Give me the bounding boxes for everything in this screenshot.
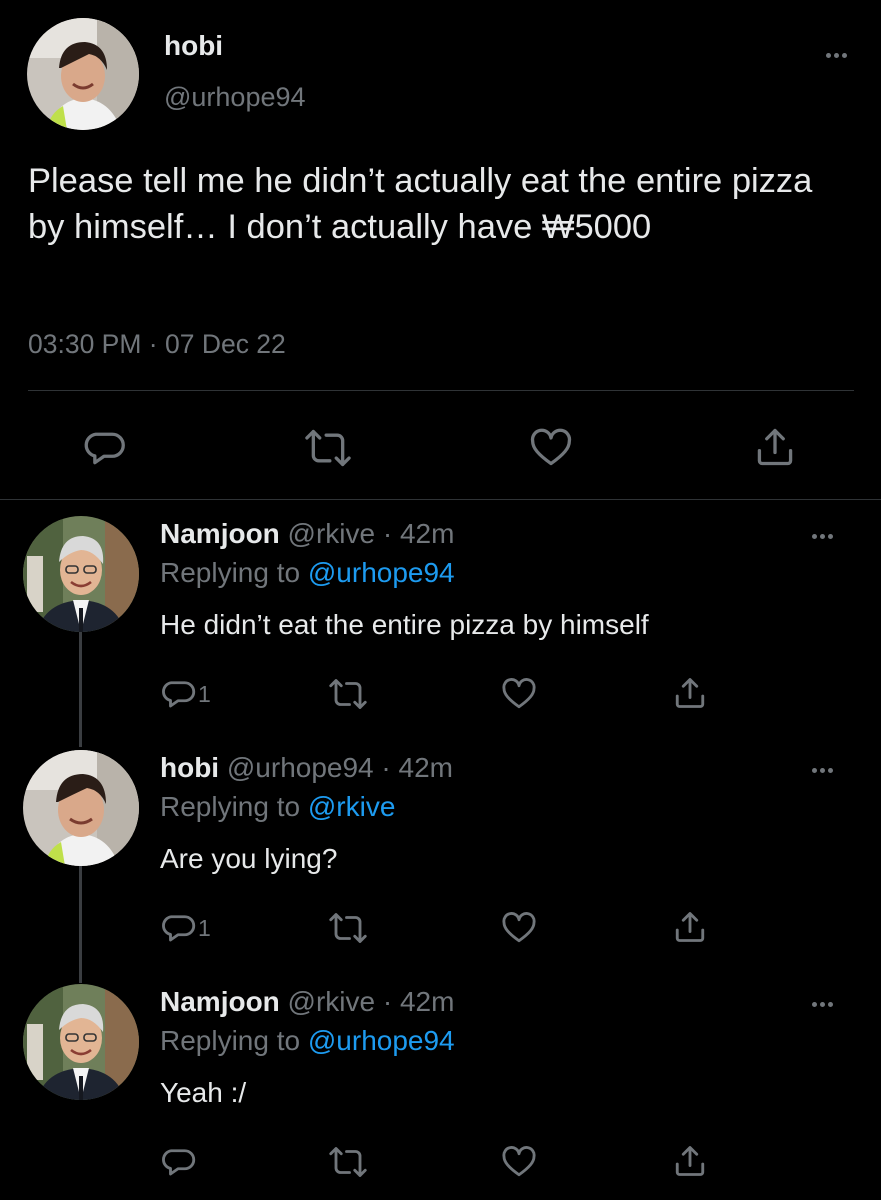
divider [28,390,854,391]
divider [0,499,881,500]
main-tweet-timestamp[interactable]: 03:30 PM · 07 Dec 22 [28,329,286,360]
like-button[interactable] [500,676,538,712]
share-icon [675,678,705,708]
reply-text: Are you lying? [160,843,338,874]
like-button[interactable] [500,1144,538,1180]
more-dots-icon[interactable] [826,53,847,58]
main-tweet-header: hobi @urhope94 [0,0,881,150]
retweet-button[interactable] [328,1144,368,1180]
reply-count: 1 [198,914,211,941]
reply-actions [0,1144,881,1184]
reply-bubble-icon [162,1149,196,1176]
reply-display-name[interactable]: Namjoon [160,518,280,549]
heart-icon [530,428,572,466]
reply-tweet[interactable]: hobi @urhope94 · 42m Replying to @rkive … [0,750,881,984]
avatar-hobi[interactable] [23,750,139,866]
share-button[interactable] [672,908,708,946]
share-button[interactable] [672,1142,708,1180]
avatar-hobi[interactable] [27,18,139,130]
more-dots-icon[interactable] [812,1002,833,1007]
main-display-name[interactable]: hobi [164,30,223,62]
reply-display-name[interactable]: hobi [160,752,219,783]
reply-handle-time[interactable]: @urhope94 · 42m [219,752,453,783]
reply-display-name[interactable]: Namjoon [160,986,280,1017]
avatar-namjoon[interactable] [23,984,139,1100]
reply-header: hobi @urhope94 · 42m [160,752,453,784]
reply-button[interactable] [82,426,126,470]
replying-to-label: Replying to [160,1025,308,1056]
like-button[interactable] [528,426,574,470]
reply-text: He didn’t eat the entire pizza by himsel… [160,609,649,640]
reply-button[interactable]: 1 [160,676,211,712]
reply-tweet[interactable]: Namjoon @rkive · 42m Replying to @urhope… [0,984,881,1200]
heart-icon [502,1146,536,1177]
main-handle[interactable]: @urhope94 [164,82,306,113]
retweet-icon [329,679,367,709]
replying-to: Replying to @rkive [160,791,395,823]
avatar-namjoon[interactable] [23,516,139,632]
replying-to-label: Replying to [160,557,308,588]
reply-header: Namjoon @rkive · 42m [160,986,454,1018]
reply-tweet[interactable]: Namjoon @rkive · 42m Replying to @urhope… [0,516,881,750]
retweet-icon [329,1147,367,1177]
heart-icon [502,912,536,943]
more-dots-icon[interactable] [812,534,833,539]
share-icon [675,912,705,942]
heart-icon [502,678,536,709]
retweet-button[interactable] [328,910,368,946]
replying-to: Replying to @urhope94 [160,1025,455,1057]
reply-handle-time[interactable]: @rkive · 42m [280,518,455,549]
reply-bubble-icon [162,915,196,942]
replying-to-link[interactable]: @urhope94 [308,557,455,588]
reply-text: Yeah :/ [160,1077,247,1108]
reply-bubble-icon [84,432,125,465]
like-button[interactable] [500,910,538,946]
share-icon [757,428,793,466]
main-tweet-text: Please tell me he didn’t actually eat th… [28,162,813,246]
replying-to-link[interactable]: @urhope94 [308,1025,455,1056]
retweet-icon [305,429,351,467]
reply-bubble-icon [162,681,196,708]
retweet-button[interactable] [328,676,368,712]
more-dots-icon[interactable] [812,768,833,773]
main-tweet-actions [0,420,881,474]
share-button[interactable] [753,424,797,470]
reply-actions: 1 [0,676,881,716]
reply-button[interactable]: 1 [160,910,211,946]
reply-button[interactable] [160,1144,198,1180]
reply-actions: 1 [0,910,881,950]
replying-to-link[interactable]: @rkive [308,791,396,822]
replying-to-label: Replying to [160,791,308,822]
reply-handle-time[interactable]: @rkive · 42m [280,986,455,1017]
tweet-thread-page: hobi @urhope94 Please tell me he didn’t … [0,0,881,1200]
share-icon [675,1146,705,1176]
reply-header: Namjoon @rkive · 42m [160,518,454,550]
replying-to: Replying to @urhope94 [160,557,455,589]
share-button[interactable] [672,674,708,712]
retweet-icon [329,913,367,943]
retweet-button[interactable] [304,426,352,470]
reply-count: 1 [198,680,211,707]
